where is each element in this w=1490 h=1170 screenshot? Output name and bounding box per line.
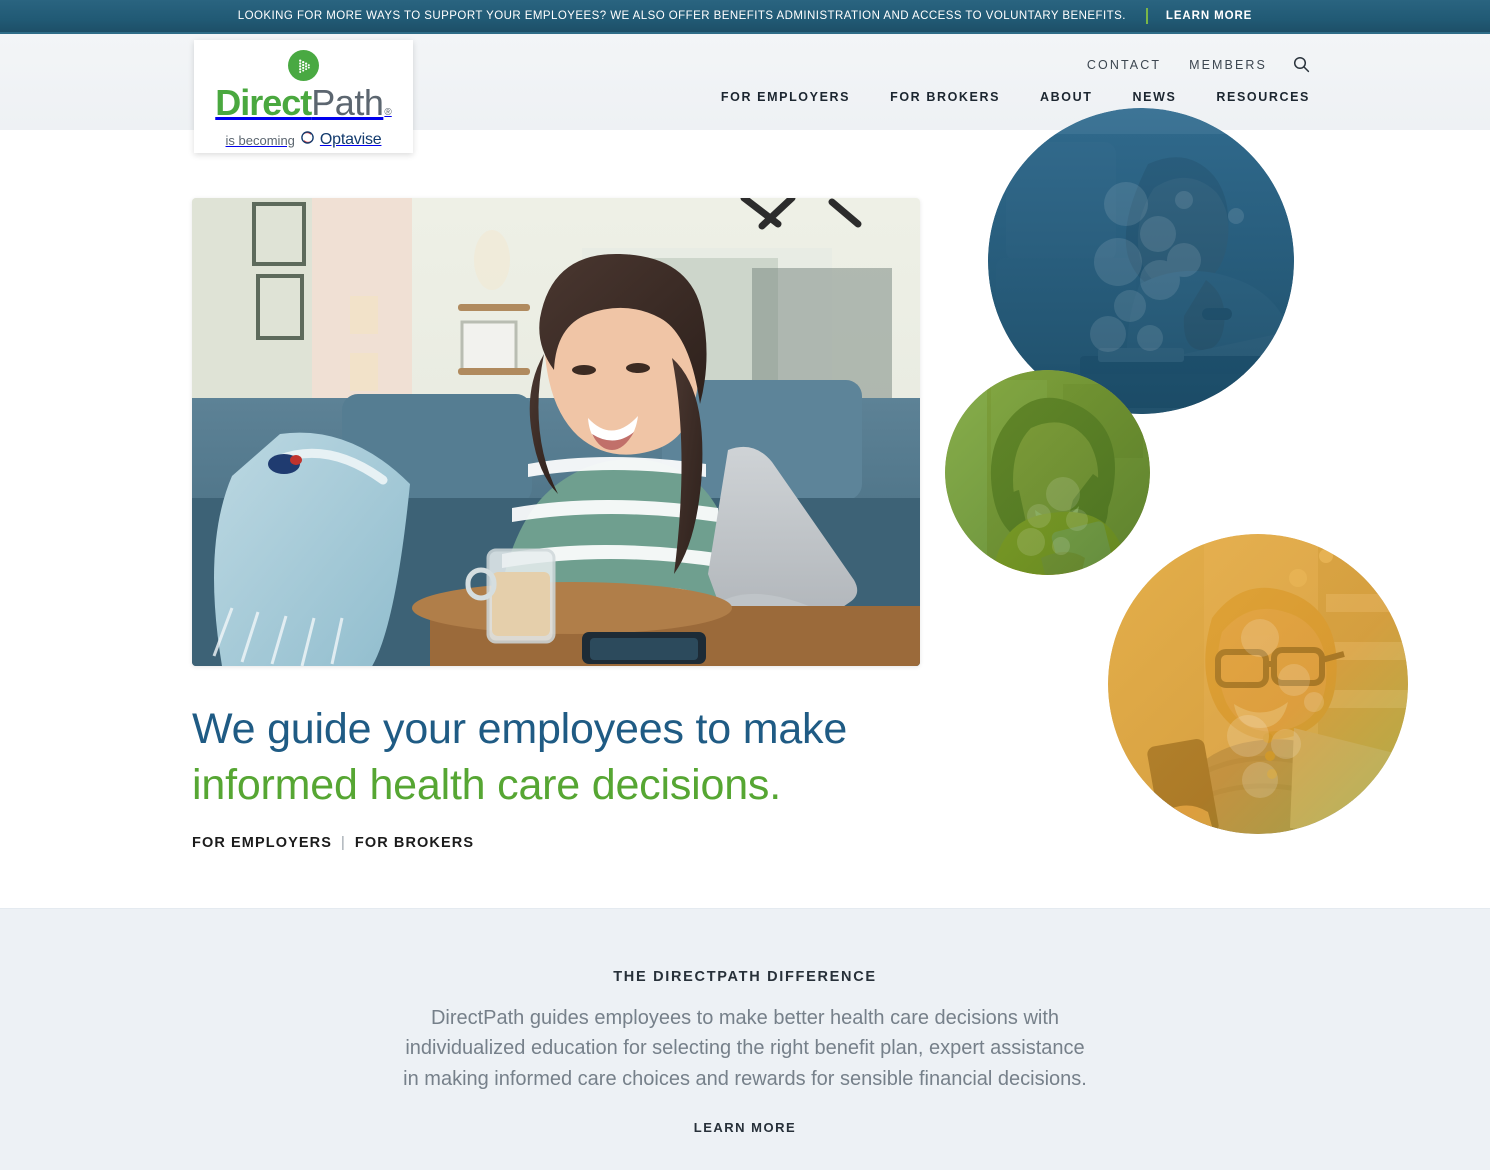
hero-headline-line2: informed health care decisions.: [192, 760, 781, 809]
hero-audience-links: FOR EMPLOYERS | FOR BROKERS: [192, 835, 474, 851]
logo-wordmark: Direct Path ®: [215, 85, 391, 121]
main-nav: FOR EMPLOYERS FOR BROKERS ABOUT NEWS RES…: [681, 90, 1310, 104]
nav-item-about[interactable]: ABOUT: [1040, 90, 1092, 104]
nav-item-resources[interactable]: RESOURCES: [1216, 90, 1310, 104]
promo-learn-more-link[interactable]: LEARN MORE: [1166, 10, 1252, 22]
difference-kicker: THE DIRECTPATH DIFFERENCE: [613, 969, 877, 985]
circle-photo-woman-phone: [945, 370, 1150, 575]
logo-tagline: is becoming: [225, 132, 295, 148]
difference-learn-more-link[interactable]: LEARN MORE: [694, 1120, 796, 1135]
nav-item-news[interactable]: NEWS: [1133, 90, 1177, 104]
nav-item-contact[interactable]: CONTACT: [1087, 58, 1161, 72]
nav-item-for-brokers[interactable]: FOR BROKERS: [890, 90, 1000, 104]
promo-banner-text: LOOKING FOR MORE WAYS TO SUPPORT YOUR EM…: [237, 10, 1126, 22]
nav-item-for-employers[interactable]: FOR EMPLOYERS: [721, 90, 850, 104]
promo-banner: LOOKING FOR MORE WAYS TO SUPPORT YOUR EM…: [0, 0, 1490, 34]
hero-headline: We guide your employees to make informed…: [192, 702, 952, 814]
page-root: LOOKING FOR MORE WAYS TO SUPPORT YOUR EM…: [0, 0, 1490, 1170]
site-logo[interactable]: Direct Path ® is becoming Optavise: [194, 40, 413, 153]
chevron-arrow-circle-icon: [288, 50, 319, 81]
hero-link-for-brokers[interactable]: FOR BROKERS: [355, 835, 474, 851]
hero-link-separator: |: [340, 835, 346, 851]
logo-registered-mark: ®: [384, 107, 392, 118]
search-icon[interactable]: [1293, 56, 1310, 73]
hero-link-for-employers[interactable]: FOR EMPLOYERS: [192, 835, 332, 851]
logo-word-direct: Direct: [215, 82, 312, 123]
hero-section: We guide your employees to make informed…: [0, 108, 1490, 908]
hero-photo-woman-laptop: [192, 198, 920, 666]
logo-partner-name: Optavise: [319, 131, 382, 148]
nav-item-members[interactable]: MEMBERS: [1189, 58, 1267, 72]
logo-word-path: Path: [311, 82, 384, 123]
optavise-swirl-icon: [300, 130, 315, 150]
utility-nav: CONTACT MEMBERS: [1059, 56, 1310, 73]
logo-rebrand-note: is becoming Optavise: [226, 130, 382, 150]
difference-body-text: DirectPath guides employees to make bett…: [403, 1007, 1087, 1090]
circle-photo-man-laptop: [988, 108, 1294, 414]
promo-divider: [1145, 8, 1148, 24]
circle-photo-woman-glasses-phone: [1108, 534, 1408, 834]
difference-section: THE DIRECTPATH DIFFERENCE DirectPath gui…: [0, 908, 1490, 1170]
hero-headline-line1: We guide your employees to make: [192, 705, 848, 753]
